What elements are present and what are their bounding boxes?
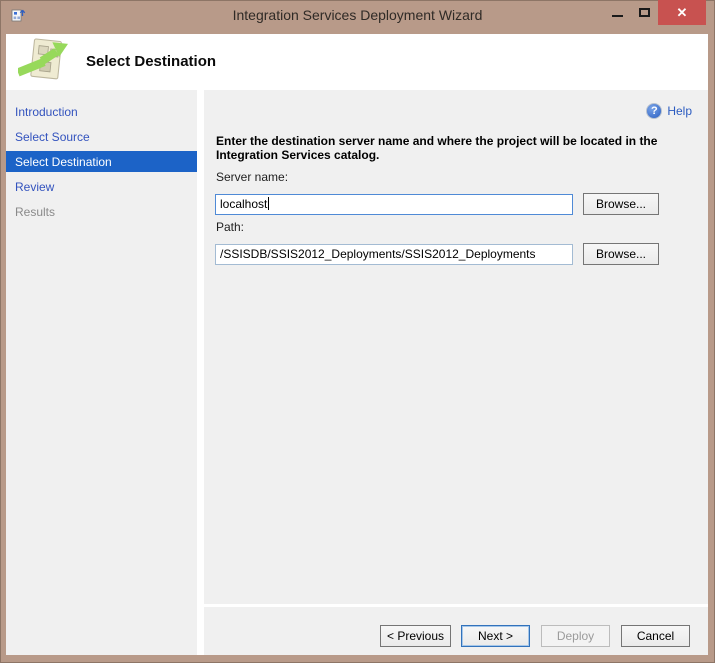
deployment-icon: [16, 36, 68, 86]
wizard-window: Integration Services Deployment Wizard ✕: [0, 0, 715, 663]
wizard-steps-sidebar: Introduction Select Source Select Destin…: [6, 90, 197, 655]
browse-server-button[interactable]: Browse...: [583, 193, 659, 215]
help-link[interactable]: ? Help: [646, 103, 692, 119]
close-icon: ✕: [676, 5, 688, 20]
server-name-value: localhost: [220, 197, 268, 211]
sidebar-item-introduction[interactable]: Introduction: [6, 101, 197, 122]
select-destination-page: ? Help Enter the destination server name…: [204, 90, 708, 604]
server-name-label: Server name:: [216, 170, 289, 184]
sidebar-item-select-destination[interactable]: Select Destination: [6, 151, 197, 172]
sidebar-item-label: Select Source: [15, 129, 90, 144]
instruction-text: Enter the destination server name and wh…: [216, 134, 658, 162]
sidebar-item-label: Select Destination: [15, 154, 112, 169]
sidebar-item-review[interactable]: Review: [6, 176, 197, 197]
sidebar-item-results: Results: [6, 201, 197, 222]
page-title: Select Destination: [86, 53, 217, 70]
sidebar-item-label: Review: [15, 179, 55, 194]
maximize-button[interactable]: [631, 0, 658, 25]
browse-path-button[interactable]: Browse...: [583, 243, 659, 265]
maximize-icon: [639, 8, 650, 17]
wizard-header: Select Destination: [6, 34, 708, 90]
previous-button[interactable]: < Previous: [380, 625, 451, 647]
cancel-button[interactable]: Cancel: [621, 625, 690, 647]
window-title: Integration Services Deployment Wizard: [232, 7, 483, 23]
titlebar: Integration Services Deployment Wizard ✕: [0, 0, 715, 34]
sidebar-item-label: Results: [15, 204, 56, 219]
deploy-button: Deploy: [541, 625, 610, 647]
help-icon: ?: [646, 103, 663, 119]
path-input[interactable]: /SSISDB/SSIS2012_Deployments/SSIS2012_De…: [215, 244, 573, 265]
sidebar-item-label: Introduction: [15, 104, 78, 119]
server-name-input[interactable]: localhost: [215, 194, 573, 215]
text-caret: [268, 197, 270, 210]
path-label: Path:: [216, 220, 245, 234]
path-value: /SSISDB/SSIS2012_Deployments/SSIS2012_De…: [220, 247, 536, 261]
app-icon: [10, 7, 26, 23]
minimize-icon: [612, 15, 623, 17]
close-button[interactable]: ✕: [658, 0, 706, 25]
sidebar-content-divider: [197, 90, 204, 655]
sidebar-item-select-source[interactable]: Select Source: [6, 126, 197, 147]
help-label: Help: [667, 104, 692, 118]
next-button[interactable]: Next >: [461, 625, 530, 647]
minimize-button[interactable]: [604, 0, 631, 25]
